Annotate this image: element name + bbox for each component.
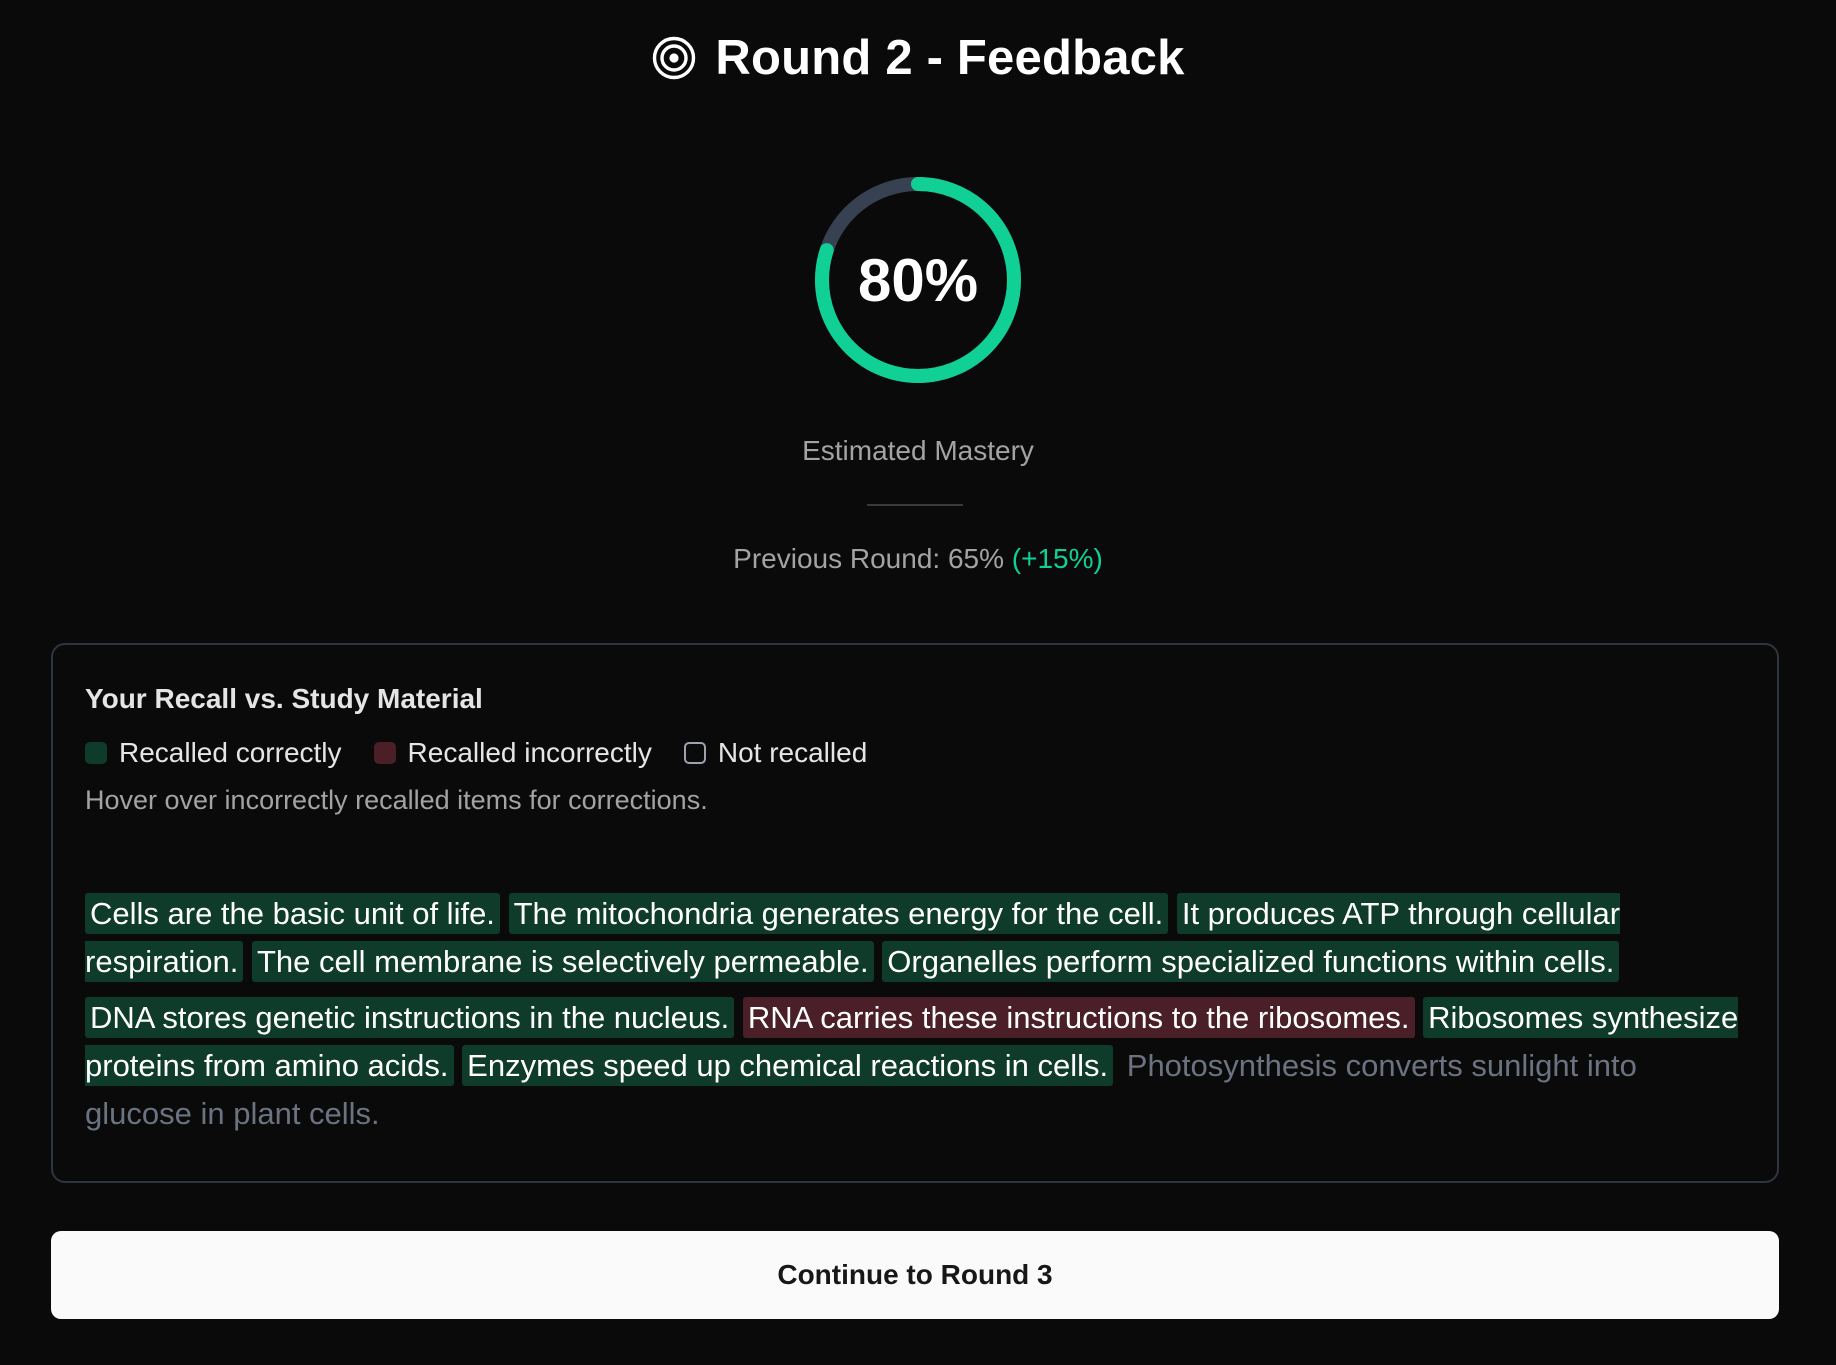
- recall-comparison-card: Your Recall vs. Study Material Recalled …: [51, 643, 1779, 1183]
- card-title: Your Recall vs. Study Material: [85, 683, 483, 714]
- mastery-label: Estimated Mastery: [802, 435, 1034, 466]
- study-passage: Cells are the basic unit of life. The mi…: [85, 890, 1745, 1138]
- legend: Recalled correctly Recalled incorrectly …: [85, 737, 1745, 769]
- page-title: Round 2 - Feedback: [715, 31, 1185, 85]
- passage-paragraph: Cells are the basic unit of life. The mi…: [85, 890, 1745, 986]
- recall-segment-correct: DNA stores genetic instructions in the n…: [85, 997, 735, 1038]
- passage-paragraph: DNA stores genetic instructions in the n…: [85, 994, 1745, 1138]
- target-icon: [653, 36, 696, 80]
- mastery-percentage: 80%: [857, 246, 979, 314]
- incorrect-swatch-icon: [373, 742, 396, 764]
- previous-round-line: Previous Round: 65% (+15%): [0, 543, 1836, 575]
- legend-item-correct: Recalled correctly: [85, 737, 342, 769]
- mastery-delta: (+15%): [1011, 543, 1103, 574]
- recall-segment-correct: Organelles perform specialized functions…: [882, 941, 1620, 982]
- recall-segment-incorrect[interactable]: RNA carries these instructions to the ri…: [742, 997, 1415, 1038]
- recall-segment-correct: The cell membrane is selectively permeab…: [251, 941, 874, 982]
- continue-button[interactable]: Continue to Round 3: [51, 1231, 1779, 1319]
- legend-item-not-recalled: Not recalled: [683, 737, 868, 769]
- previous-round-text: Previous Round: 65%: [733, 543, 1004, 574]
- recall-segment-correct: Cells are the basic unit of life.: [85, 893, 500, 934]
- legend-label-incorrect: Recalled incorrectly: [407, 737, 652, 768]
- legend-label-not-recalled: Not recalled: [717, 737, 868, 768]
- divider: [867, 504, 963, 506]
- legend-item-incorrect: Recalled incorrectly: [373, 737, 652, 769]
- recall-segment-correct: Enzymes speed up chemical reactions in c…: [462, 1045, 1114, 1086]
- header: Round 2 - Feedback: [0, 30, 1836, 86]
- hover-hint: Hover over incorrectly recalled items fo…: [85, 785, 708, 815]
- recall-segment-correct: The mitochondria generates energy for th…: [508, 893, 1169, 934]
- not-recalled-swatch-icon: [683, 742, 706, 764]
- feedback-page: Round 2 - Feedback 80% Estimated Mastery…: [0, 0, 1836, 1365]
- legend-label-correct: Recalled correctly: [119, 737, 342, 768]
- mastery-ring: 80%: [808, 170, 1028, 390]
- correct-swatch-icon: [85, 742, 107, 764]
